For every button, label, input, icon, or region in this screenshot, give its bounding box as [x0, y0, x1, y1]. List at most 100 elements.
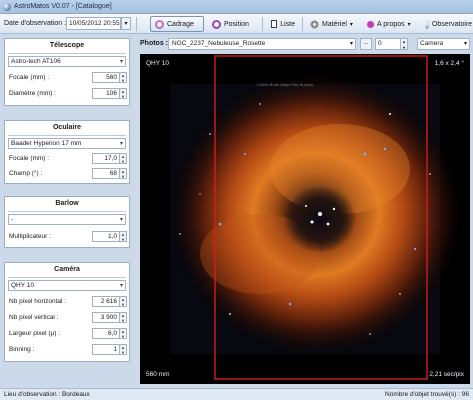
cadrage-button[interactable]: Cadrage	[150, 16, 204, 32]
oculaire-select[interactable]: Baader Hyperion 17 mm ▾	[8, 138, 126, 149]
telescope-diametre-row: Diamètre (mm) : 106 ▲ ▼	[9, 88, 127, 100]
spinner[interactable]: ▲ ▼	[120, 231, 127, 242]
camera-panel: Caméra QHY 10 ▾ Nb pixel horizontal : 2 6…	[4, 262, 130, 362]
info-icon	[367, 20, 374, 28]
date-dropdown-button[interactable]: ▾	[121, 17, 131, 30]
nbx-label: Nb pixel horizontal :	[9, 298, 67, 305]
liste-button[interactable]: Liste	[266, 16, 300, 32]
camera-nbx-input[interactable]: 2 616	[92, 296, 120, 307]
telescope-focale-row: Focale (mm) : 560 ▲ ▼	[9, 72, 127, 84]
spinner[interactable]: ▲ ▼	[120, 312, 127, 323]
materiel-label: Matériel	[322, 20, 347, 28]
chevron-down-icon: ▾	[349, 41, 353, 47]
nby-label: Nb pixel vertical :	[9, 314, 59, 321]
oculaire-title: Oculaire	[52, 124, 81, 131]
spinner[interactable]: ▲ ▼	[120, 168, 127, 179]
app-icon	[3, 3, 11, 11]
camera-nby-input[interactable]: 3 900	[92, 312, 120, 323]
spinner[interactable]: ▲ ▼	[401, 38, 408, 50]
browse-button[interactable]: ...	[360, 38, 372, 50]
position-button[interactable]: Position	[207, 16, 257, 32]
camera-bin-row: Binning : 1 ▲ ▼	[9, 344, 127, 356]
chevron-down-icon: ▾	[349, 21, 353, 28]
observatoire-label: Observatoire	[431, 20, 472, 28]
chevron-down-icon: ▾	[119, 283, 123, 289]
image-viewer[interactable]: QHY 10 1,6 x 2,4 ° Cédric Brulé (Night S…	[140, 54, 470, 384]
watermark: Cédric Brulé (Night Sky Survey)	[257, 82, 314, 87]
cadrage-icon	[155, 19, 164, 29]
chevron-down-icon: ▾	[463, 41, 467, 47]
divider	[8, 277, 126, 278]
materiel-button[interactable]: Matériel ▾	[305, 16, 363, 32]
oculaire-panel: Oculaire Baader Hyperion 17 mm ▾ Focale (…	[4, 120, 130, 184]
camera-bin-input[interactable]: 1	[92, 344, 120, 355]
photos-selected: NGC_2237_Nebuleuse_Rosette	[172, 40, 266, 47]
binning-label: Binning :	[9, 346, 35, 353]
camera-select[interactable]: QHY 10 ▾	[8, 280, 126, 291]
date-label: Date d'observation :	[4, 20, 67, 27]
oculaire-champ-input[interactable]: 68	[92, 168, 120, 179]
telescope-selected: Astro-tech AT106	[11, 58, 61, 65]
date-input[interactable]: 10/05/2012 20:55	[66, 17, 121, 30]
chevron-down-icon: ▾	[119, 59, 123, 65]
oculaire-champ-row: Champ (°) : 68 ▲ ▼	[9, 168, 127, 180]
camera-larg-row: Largeur pixel (µ) : 6,0 ▲ ▼	[9, 328, 127, 340]
photos-select[interactable]: NGC_2237_Nebuleuse_Rosette ▾	[168, 38, 356, 50]
focale-label: Focale (mm) :	[9, 74, 50, 81]
oculaire-focale-input[interactable]: 17,0	[92, 153, 120, 164]
spinner[interactable]: ▲ ▼	[120, 153, 127, 164]
spinner[interactable]: ▲ ▼	[120, 328, 127, 339]
spinner[interactable]: ▲ ▼	[120, 88, 127, 99]
position-icon	[212, 19, 221, 29]
chevron-down-icon: ▾	[119, 217, 123, 223]
position-label: Position	[224, 20, 249, 28]
rotation-input[interactable]: 0	[375, 38, 401, 50]
nebula-image	[160, 55, 460, 380]
camera-nbx-row: Nb pixel horizontal : 2 616 ▲ ▼	[9, 296, 127, 308]
camera-larg-input[interactable]: 6,0	[92, 328, 120, 339]
observatoire-button[interactable]: Observatoire	[420, 16, 473, 32]
status-bar: Lieu d'observation : Bordeaux Nombre d'o…	[0, 388, 473, 400]
divider	[8, 53, 126, 54]
liste-label: Liste	[280, 20, 295, 28]
spinner[interactable]: ▲ ▼	[120, 72, 127, 83]
telescope-title: Télescope	[49, 42, 85, 49]
spinner[interactable]: ▲ ▼	[120, 296, 127, 307]
camera-selected: QHY 10	[11, 282, 35, 289]
cadrage-label: Cadrage	[167, 20, 194, 28]
chevron-down-icon: ▾	[407, 21, 411, 28]
separator	[136, 17, 137, 31]
barlow-mult-row: Multiplicateur : 1,0 ▲ ▼	[9, 231, 127, 243]
divider	[8, 211, 126, 212]
sampling-overlay: 2,21 sec/pix	[429, 371, 464, 378]
list-icon	[271, 20, 278, 28]
telescope-diametre-input[interactable]: 106	[92, 88, 120, 99]
spinner[interactable]: ▲ ▼	[120, 344, 127, 355]
toolbar: Date d'observation : 10/05/2012 20:55 ▾ …	[0, 14, 473, 34]
window-title: AstroMatos V0.07 - [Catalogue]	[14, 3, 112, 10]
barlow-select[interactable]: - ▾	[8, 214, 126, 225]
separator	[262, 17, 263, 31]
telescope-focale-input[interactable]: 560	[92, 72, 120, 83]
object-count-status: Nombre d'objet trouvé(s) : 96	[385, 391, 469, 398]
barlow-title: Barlow	[55, 200, 79, 207]
divider	[8, 135, 126, 136]
location-status: Lieu d'observation : Bordeaux	[4, 391, 90, 398]
chevron-down-icon: ▾	[119, 141, 123, 147]
barlow-selected: -	[11, 216, 14, 223]
champ-label: Champ (°) :	[9, 170, 43, 177]
view-mode-select[interactable]: Camera ▾	[417, 38, 470, 50]
apropos-label: A propos	[377, 20, 405, 28]
gear-icon	[310, 19, 319, 29]
barlow-mult-input[interactable]: 1,0	[92, 231, 120, 242]
globe-icon	[425, 19, 429, 29]
focal-overlay: 560 mm	[146, 371, 170, 378]
camera-nby-row: Nb pixel vertical : 3 900 ▲ ▼	[9, 312, 127, 324]
telescope-select[interactable]: Astro-tech AT106 ▾	[8, 56, 126, 67]
multiplicateur-label: Multiplicateur :	[9, 233, 51, 240]
oculaire-selected: Baader Hyperion 17 mm	[11, 140, 82, 147]
telescope-panel: Télescope Astro-tech AT106 ▾ Focale (mm) …	[4, 38, 130, 106]
photos-label: Photos :	[140, 40, 168, 47]
diametre-label: Diamètre (mm) :	[9, 90, 56, 97]
apropos-button[interactable]: A propos ▾	[362, 16, 418, 32]
